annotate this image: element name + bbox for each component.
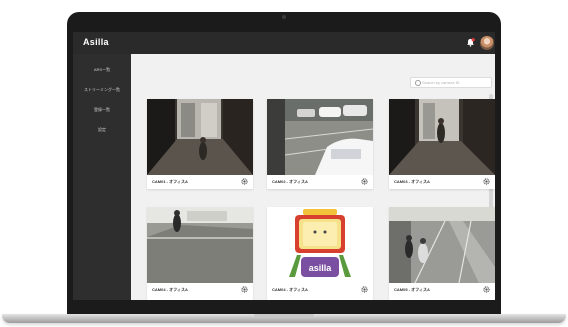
camera-card-footer: CAM01 - オフィスA bbox=[147, 175, 253, 189]
camera-card-footer: CAM02 - オフィスA bbox=[267, 175, 373, 189]
camera-card[interactable]: CAM02 - オフィスA bbox=[267, 99, 373, 189]
logo-text: asilla bbox=[308, 263, 332, 273]
sidebar-item-registration-list[interactable]: 登録一覧 bbox=[73, 107, 131, 113]
search-icon bbox=[415, 80, 421, 86]
camera-label: CAM03 - オフィスA bbox=[394, 179, 430, 184]
sidebar-item-streaming-list[interactable]: ストリーミング一覧 bbox=[73, 87, 131, 93]
camera-card-footer: CAM03 - オフィスA bbox=[389, 175, 495, 189]
camera-card[interactable]: CAM04 - オフィスA bbox=[147, 207, 253, 300]
sidebar-item-settings[interactable]: 設定 bbox=[73, 127, 131, 133]
sidebar-item-ars-list[interactable]: ARS一覧 bbox=[73, 67, 131, 73]
camera-card-footer: CAM04 - オフィスA bbox=[267, 283, 373, 297]
camera-label: CAM02 - オフィスA bbox=[272, 179, 308, 184]
camera-thumbnail[interactable] bbox=[389, 99, 495, 175]
bell-icon[interactable] bbox=[466, 38, 475, 47]
gear-icon[interactable] bbox=[483, 178, 490, 185]
camera-label: CAM04 - オフィスA bbox=[152, 287, 188, 292]
camera-card[interactable]: CAM03 - オフィスA bbox=[389, 99, 495, 189]
top-bar: Asilla bbox=[73, 32, 495, 54]
camera-thumbnail[interactable] bbox=[389, 207, 495, 283]
gear-icon[interactable] bbox=[483, 286, 490, 293]
camera-thumbnail[interactable] bbox=[147, 99, 253, 175]
camera-thumbnail[interactable]: asilla bbox=[267, 207, 373, 283]
app-title: Asilla bbox=[83, 37, 109, 47]
camera-thumbnail[interactable] bbox=[267, 99, 373, 175]
camera-card-footer: CAM05 - オフィスA bbox=[389, 283, 495, 297]
camera-card-footer: CAM04 - オフィスA bbox=[147, 283, 253, 297]
screen: Asilla ARS一覧 ストリーミング一覧 登録一覧 設定 Search by… bbox=[73, 32, 495, 300]
gear-icon[interactable] bbox=[241, 286, 248, 293]
camera-label: CAM05 - オフィスA bbox=[394, 287, 430, 292]
search-input[interactable]: Search by camera ID bbox=[410, 77, 492, 88]
sidebar: ARS一覧 ストリーミング一覧 登録一覧 設定 bbox=[73, 54, 131, 300]
camera-card[interactable]: asilla CAM04 - オフィスA bbox=[267, 207, 373, 300]
laptop-camera bbox=[282, 15, 286, 19]
search-placeholder: Search by camera ID bbox=[422, 80, 460, 85]
camera-label: CAM01 - オフィスA bbox=[152, 179, 188, 184]
gear-icon[interactable] bbox=[361, 178, 368, 185]
avatar[interactable] bbox=[480, 36, 494, 50]
gear-icon[interactable] bbox=[241, 178, 248, 185]
camera-card[interactable]: CAM01 - オフィスA bbox=[147, 99, 253, 189]
main-content: Search by camera ID CAM01 - オフィスA CAM02 … bbox=[131, 54, 495, 300]
camera-thumbnail[interactable] bbox=[147, 207, 253, 283]
gear-icon[interactable] bbox=[361, 286, 368, 293]
laptop-notch bbox=[254, 314, 314, 318]
camera-label: CAM04 - オフィスA bbox=[272, 287, 308, 292]
camera-card[interactable]: CAM05 - オフィスA bbox=[389, 207, 495, 300]
